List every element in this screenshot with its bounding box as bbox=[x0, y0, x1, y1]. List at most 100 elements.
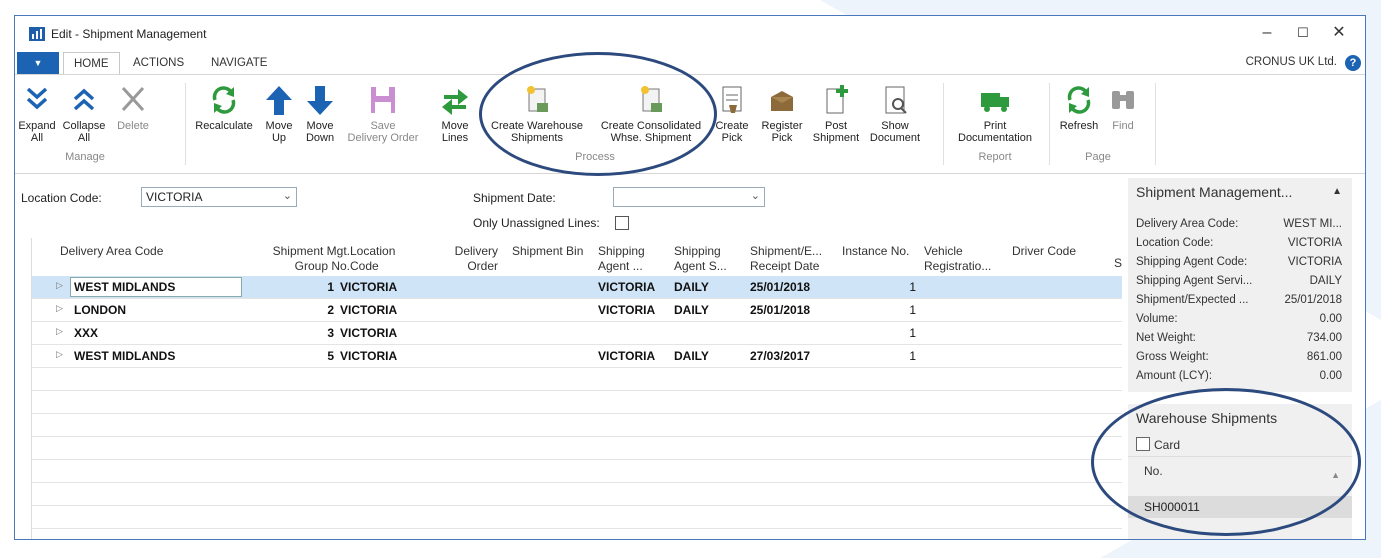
column-header-driver-code[interactable]: Driver Code bbox=[1012, 244, 1076, 259]
expand-all-button[interactable]: Expand All bbox=[17, 83, 57, 144]
refresh-arrows-icon bbox=[212, 86, 236, 114]
cell-location: VICTORIA bbox=[340, 280, 398, 294]
delete-button[interactable]: Delete bbox=[111, 83, 155, 132]
close-icon[interactable]: ✕ bbox=[1321, 22, 1357, 44]
help-icon[interactable]: ? bbox=[1345, 55, 1361, 71]
show-document-button[interactable]: Show Document bbox=[863, 83, 927, 144]
warehouse-shipment-icon bbox=[527, 86, 548, 112]
factbox-label: Volume: bbox=[1136, 313, 1178, 325]
ribbon-separator bbox=[1155, 83, 1156, 165]
create-warehouse-shipments-button[interactable]: Create Warehouse Shipments bbox=[481, 83, 593, 144]
column-header-location-code[interactable]: Location Code bbox=[350, 244, 395, 274]
table-row[interactable]: ▷ WEST MIDLANDS 1 VICTORIA VICTORIA DAIL… bbox=[32, 276, 1122, 299]
factbox-value[interactable]: WEST MI... bbox=[1283, 218, 1342, 230]
find-button[interactable]: Find bbox=[1105, 83, 1141, 132]
header-line: Code bbox=[350, 259, 379, 273]
cell-delivery-area: XXX bbox=[74, 326, 99, 340]
print-documentation-button[interactable]: Print Documentation bbox=[949, 83, 1041, 144]
register-pick-button[interactable]: Register Pick bbox=[757, 83, 807, 144]
expand-row-icon[interactable]: ▷ bbox=[56, 303, 63, 314]
expand-row-icon[interactable]: ▷ bbox=[56, 349, 63, 360]
shipment-date-select[interactable]: ⌄ bbox=[613, 187, 765, 207]
collapse-caret-icon[interactable]: ▲ bbox=[1332, 186, 1342, 197]
factbox-value[interactable]: 0.00 bbox=[1320, 370, 1342, 382]
collapse-all-button[interactable]: Collapse All bbox=[59, 83, 109, 144]
factbox-title[interactable]: Shipment Management... bbox=[1136, 184, 1292, 200]
post-shipment-button[interactable]: Post Shipment bbox=[811, 83, 861, 144]
location-code-select[interactable]: VICTORIA ⌄ bbox=[141, 187, 297, 207]
card-label: Card bbox=[1154, 438, 1181, 452]
list-item[interactable]: SH000011 bbox=[1128, 496, 1352, 518]
arrow-up-icon bbox=[266, 86, 292, 115]
factbox-row: Shipping Agent Code: VICTORIA bbox=[1136, 256, 1342, 274]
print-documentation-label-1: Print bbox=[983, 120, 1007, 132]
chevron-down-icon[interactable]: ⌄ bbox=[751, 189, 760, 202]
move-up-button[interactable]: Move Up bbox=[261, 83, 297, 144]
column-header-shipment-mgt-group-no[interactable]: Shipment Mgt. Group No. bbox=[250, 244, 350, 274]
column-header-shipping-agent[interactable]: Shipping Agent ... bbox=[598, 244, 645, 274]
show-document-icon bbox=[885, 86, 907, 114]
move-lines-label-2: Lines bbox=[441, 132, 469, 144]
card-action[interactable]: Card bbox=[1136, 437, 1180, 452]
only-unassigned-checkbox[interactable] bbox=[615, 216, 629, 230]
sort-ascending-icon[interactable]: ▲ bbox=[1331, 470, 1340, 480]
find-label: Find bbox=[1112, 120, 1134, 132]
move-down-button[interactable]: Move Down bbox=[301, 83, 339, 144]
column-header-delivery-order[interactable]: Delivery Order bbox=[442, 244, 498, 274]
cell-shipping-agent: VICTORIA bbox=[598, 280, 656, 294]
factbox-value[interactable]: VICTORIA bbox=[1288, 256, 1342, 268]
maximize-icon[interactable]: ☐ bbox=[1285, 22, 1321, 44]
expand-row-icon[interactable]: ▷ bbox=[56, 326, 63, 337]
create-warehouse-shipments-label-1: Create Warehouse bbox=[491, 120, 583, 132]
factbox-value[interactable]: VICTORIA bbox=[1288, 237, 1342, 249]
save-delivery-order-button[interactable]: Save Delivery Order bbox=[341, 83, 425, 144]
factbox-value[interactable]: 734.00 bbox=[1307, 332, 1342, 344]
save-icon bbox=[371, 87, 395, 113]
column-header-shipment-bin[interactable]: Shipment Bin bbox=[512, 244, 583, 259]
factbox-value[interactable]: 861.00 bbox=[1307, 351, 1342, 363]
recalculate-button[interactable]: Recalculate bbox=[191, 83, 257, 132]
table-row[interactable]: ▷ XXX 3 VICTORIA 1 bbox=[32, 322, 1122, 345]
application-window: Edit - Shipment Management – ☐ ✕ ▼ HOME … bbox=[14, 15, 1366, 540]
column-header-shipping-agent-service[interactable]: Shipping Agent S... bbox=[674, 244, 727, 274]
company-name[interactable]: CRONUS UK Ltd. bbox=[1246, 56, 1337, 68]
application-menu-button[interactable]: ▼ bbox=[17, 52, 59, 74]
table-row[interactable]: ▷ WEST MIDLANDS 5 VICTORIA VICTORIA DAIL… bbox=[32, 345, 1122, 368]
factbox-value[interactable]: 25/01/2018 bbox=[1284, 294, 1342, 306]
move-up-label-1: Move bbox=[265, 120, 293, 132]
column-header-s[interactable]: S bbox=[1114, 256, 1122, 271]
ribbon: Expand All Collapse All Delete Manage Re… bbox=[15, 74, 1365, 174]
minimize-icon[interactable]: – bbox=[1249, 22, 1285, 44]
move-lines-button[interactable]: Move Lines bbox=[433, 83, 477, 144]
cell-group-no: 1 bbox=[327, 280, 334, 294]
tab-actions[interactable]: ACTIONS bbox=[133, 52, 184, 74]
cell-group-no: 3 bbox=[327, 326, 334, 340]
header-line: Delivery bbox=[454, 244, 498, 258]
warehouse-shipments-title[interactable]: Warehouse Shipments bbox=[1136, 410, 1277, 426]
expand-row-icon[interactable]: ▷ bbox=[56, 280, 63, 291]
column-header-instance-no[interactable]: Instance No. bbox=[842, 244, 909, 259]
refresh-label: Refresh bbox=[1059, 120, 1099, 132]
create-consolidated-whse-shipment-button[interactable]: Create Consolidated Whse. Shipment bbox=[593, 83, 709, 144]
tab-navigate[interactable]: NAVIGATE bbox=[211, 52, 267, 74]
create-pick-button[interactable]: Create Pick bbox=[715, 83, 749, 144]
header-line: Shipping bbox=[598, 244, 645, 258]
cell-group-no: 2 bbox=[327, 303, 334, 317]
header-line: Shipment/E... bbox=[750, 244, 823, 258]
refresh-button[interactable]: Refresh bbox=[1055, 83, 1103, 132]
cell-date: 25/01/2018 bbox=[750, 280, 811, 294]
chevron-down-icon[interactable]: ⌄ bbox=[283, 189, 292, 202]
factbox-label: Delivery Area Code: bbox=[1136, 218, 1239, 230]
column-header-shipment-receipt-date[interactable]: Shipment/E... Receipt Date bbox=[750, 244, 822, 274]
column-header-delivery-area-code[interactable]: Delivery Area Code bbox=[60, 244, 163, 259]
tab-home[interactable]: HOME bbox=[63, 52, 120, 74]
column-header-vehicle-registration[interactable]: Vehicle Registratio... bbox=[924, 244, 991, 274]
table-row[interactable]: ▷ LONDON 2 VICTORIA VICTORIA DAILY 25/01… bbox=[32, 299, 1122, 322]
column-header-no[interactable]: No. bbox=[1144, 464, 1163, 478]
empty-row bbox=[32, 506, 1122, 529]
factbox-value[interactable]: 0.00 bbox=[1320, 313, 1342, 325]
empty-row bbox=[32, 391, 1122, 414]
factbox-label: Shipping Agent Code: bbox=[1136, 256, 1248, 268]
binoculars-icon bbox=[1112, 91, 1134, 109]
factbox-value[interactable]: DAILY bbox=[1310, 275, 1342, 287]
